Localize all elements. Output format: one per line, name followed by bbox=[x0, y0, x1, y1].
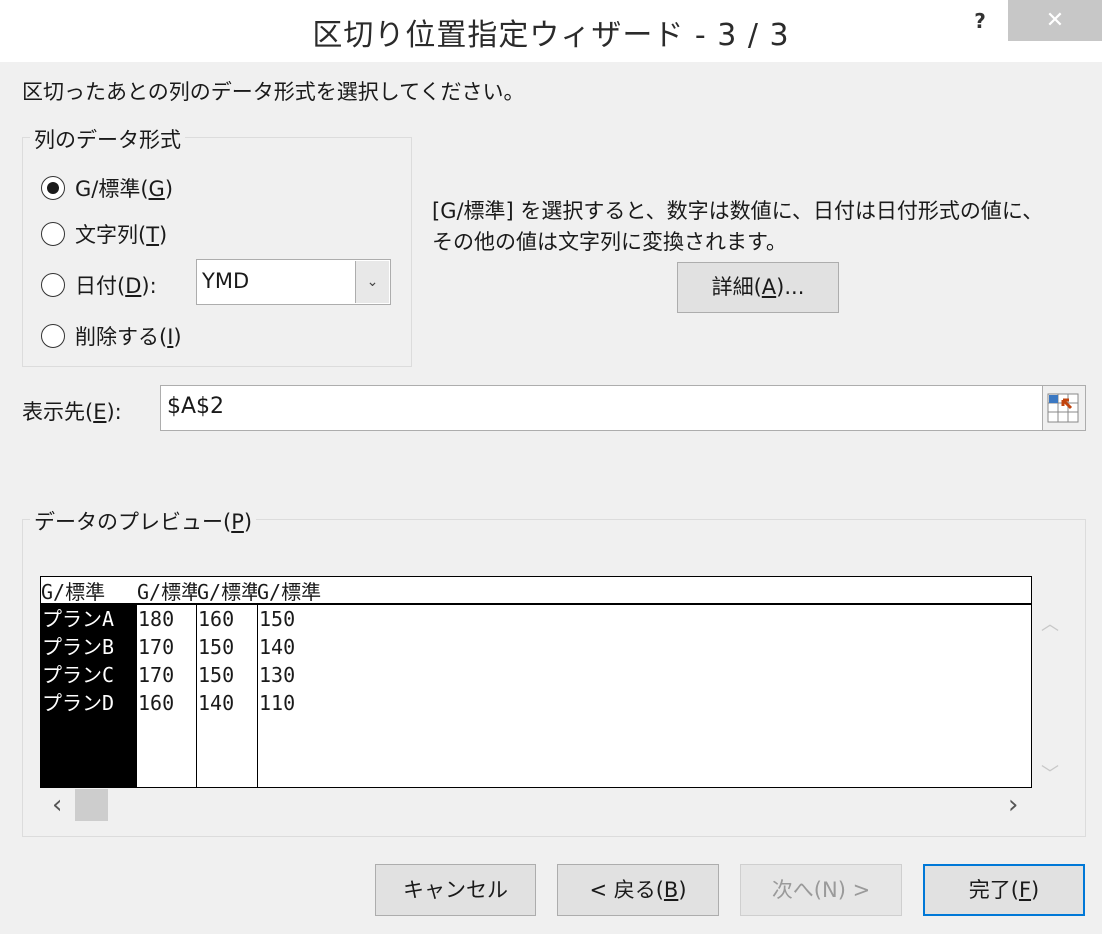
radio-skip-label: 削除する(I) bbox=[75, 325, 182, 349]
preview-cell: 150 bbox=[259, 607, 296, 631]
help-button[interactable]: ? bbox=[958, 6, 1002, 36]
finish-button[interactable]: 完了(F) bbox=[923, 864, 1085, 916]
format-description-line1: [G/標準] を選択すると、数字は数値に、日付は日付形式の値に、 bbox=[432, 199, 1044, 223]
back-button[interactable]: < 戻る(B) bbox=[557, 864, 719, 916]
radio-skip[interactable]: 削除する(I) bbox=[41, 321, 182, 351]
preview-cell: 140 bbox=[259, 635, 296, 659]
preview-header-col1[interactable]: G/標準 bbox=[41, 577, 137, 605]
format-description-line2: その他の値は文字列に変換されます。 bbox=[432, 230, 787, 254]
preview-cell: 160 bbox=[138, 691, 175, 715]
radio-date[interactable]: 日付(D): bbox=[41, 270, 157, 300]
preview-cell: プランD bbox=[42, 691, 115, 715]
radio-text-circle[interactable] bbox=[41, 222, 65, 246]
preview-header-col2[interactable]: G/標準 bbox=[137, 577, 197, 605]
preview-cell: 160 bbox=[198, 607, 235, 631]
radio-general-label: G/標準(G) bbox=[75, 177, 174, 201]
preview-cell: 180 bbox=[138, 607, 175, 631]
radio-skip-circle[interactable] bbox=[41, 324, 65, 348]
preview-cell: 130 bbox=[259, 663, 296, 687]
instruction-text: 区切ったあとの列のデータ形式を選択してください。 bbox=[22, 80, 525, 104]
destination-value: $A$2 bbox=[167, 394, 225, 419]
close-button[interactable]: ✕ bbox=[1008, 0, 1102, 41]
preview-cell: プランC bbox=[42, 663, 115, 687]
preview-cell: 110 bbox=[259, 691, 296, 715]
radio-text[interactable]: 文字列(T) bbox=[41, 219, 167, 249]
preview-cell: 170 bbox=[138, 635, 175, 659]
next-button[interactable]: 次へ(N) > bbox=[740, 864, 902, 916]
radio-date-label: 日付(D): bbox=[75, 274, 157, 298]
preview-header-col3[interactable]: G/標準 bbox=[197, 577, 257, 605]
cancel-button[interactable]: キャンセル bbox=[375, 864, 536, 916]
radio-general-circle[interactable] bbox=[41, 176, 65, 200]
advanced-button[interactable]: 詳細(A)... bbox=[677, 262, 839, 313]
radio-date-circle[interactable] bbox=[41, 273, 65, 297]
preview-column-3[interactable]: 160 150 150 140 bbox=[197, 605, 258, 787]
preview-group-label: データのプレビュー(P) bbox=[30, 506, 257, 536]
format-description: [G/標準] を選択すると、数字は数値に、日付は日付形式の値に、 その他の値は文… bbox=[432, 196, 1043, 258]
radio-text-label: 文字列(T) bbox=[75, 223, 168, 247]
horizontal-scroll-thumb[interactable] bbox=[75, 789, 108, 821]
range-select-icon[interactable] bbox=[1042, 386, 1085, 430]
preview-column-1[interactable]: プランA プランB プランC プランD bbox=[41, 605, 137, 787]
radio-general[interactable]: G/標準(G) bbox=[41, 173, 173, 203]
date-format-value: YMD bbox=[202, 269, 250, 293]
chevron-down-icon[interactable]: ⌄ bbox=[355, 261, 389, 303]
preview-cell: 140 bbox=[198, 691, 235, 715]
date-format-select[interactable]: YMD ⌄ bbox=[196, 259, 391, 305]
scroll-up-icon[interactable]: ︿ bbox=[1036, 610, 1064, 636]
preview-cell: プランA bbox=[42, 607, 115, 631]
scroll-down-icon[interactable]: ﹀ bbox=[1036, 760, 1064, 786]
preview-cell: 150 bbox=[198, 635, 235, 659]
destination-label: 表示先(E): bbox=[22, 400, 122, 424]
preview-cell: プランB bbox=[42, 635, 115, 659]
data-preview-grid[interactable]: G/標準 G/標準 G/標準 G/標準 プランA プランB プランC プランD … bbox=[40, 576, 1032, 788]
preview-cell: 150 bbox=[198, 663, 235, 687]
preview-cell: 170 bbox=[138, 663, 175, 687]
scroll-right-icon[interactable]: › bbox=[1008, 790, 1018, 820]
preview-header-col4[interactable]: G/標準 bbox=[257, 577, 457, 605]
column-format-group-label: 列のデータ形式 bbox=[30, 124, 185, 154]
scroll-left-icon[interactable]: ‹ bbox=[52, 790, 62, 820]
preview-column-4[interactable]: 150 140 130 110 bbox=[258, 605, 458, 787]
preview-column-2[interactable]: 180 170 170 160 bbox=[137, 605, 197, 787]
destination-input[interactable]: $A$2 bbox=[160, 385, 1086, 431]
window-title: 区切り位置指定ウィザード - 3 / 3 bbox=[312, 18, 790, 53]
